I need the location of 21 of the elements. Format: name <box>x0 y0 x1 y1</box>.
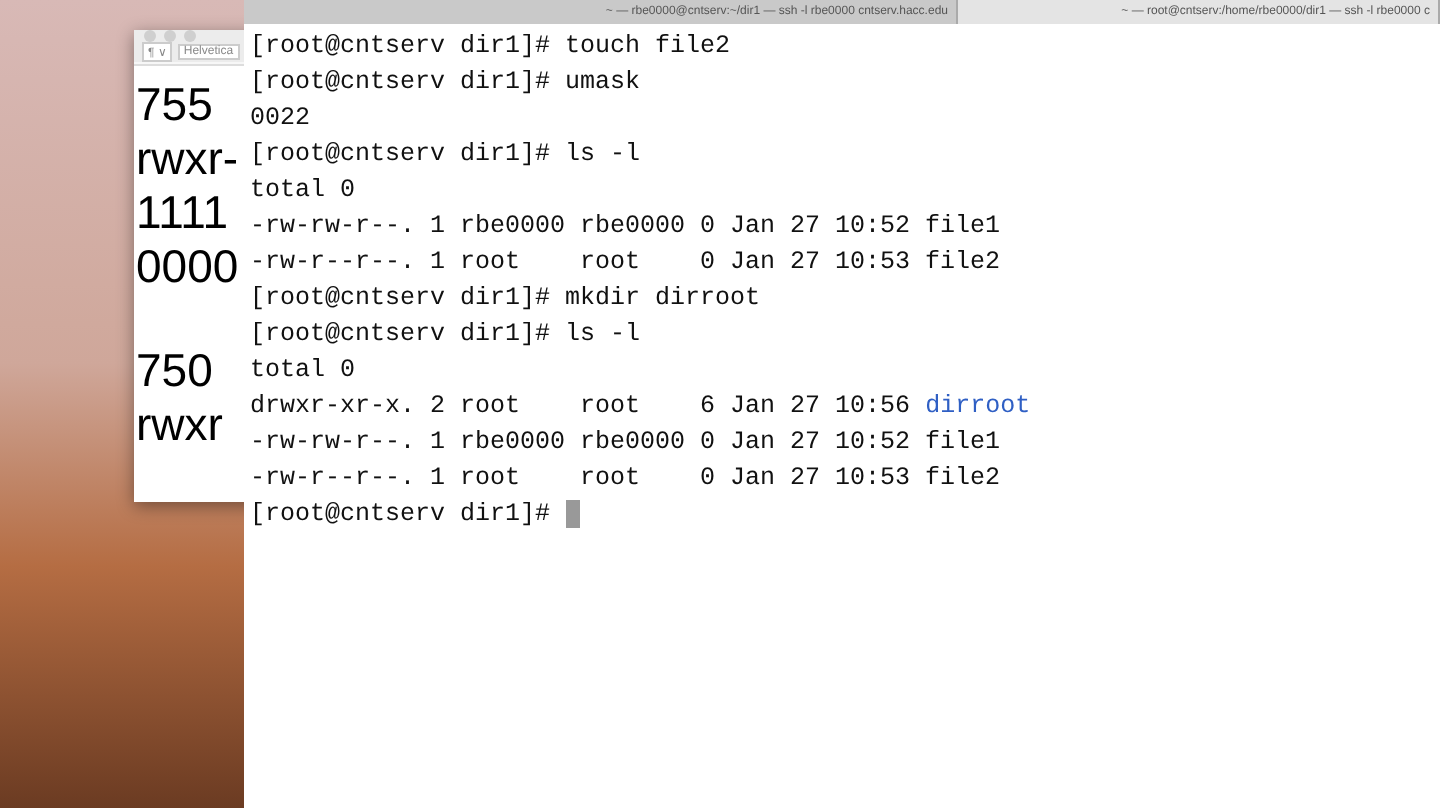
terminal-text: -rw-r--r--. 1 root root 0 Jan 27 10:53 file2 <box>250 246 1001 280</box>
directory-name: dirroot <box>925 390 1031 424</box>
document-text: rwxr <box>136 398 223 450</box>
document-text: 1111 <box>136 186 229 238</box>
terminal-text: 0022 <box>250 102 311 136</box>
terminal-text: [root@cntserv dir1]# <box>250 498 553 532</box>
terminal-text: total 0 <box>250 174 356 208</box>
terminal-text: [root@cntserv dir1]# umask <box>250 66 641 100</box>
document-text: 755 <box>136 78 213 130</box>
terminal-text: [root@cntserv dir1]# ls -l <box>250 138 641 172</box>
terminal-text: [root@cntserv dir1]# touch file2 <box>250 30 731 64</box>
terminal-text: total 0 <box>250 354 356 388</box>
terminal-text: -rw-r--r--. 1 root root 0 Jan 27 10:53 file2 <box>250 462 1001 496</box>
document-text: 750 <box>136 344 213 396</box>
document-text: 0000 <box>136 240 239 292</box>
document-text: rwxr- <box>136 132 239 184</box>
terminal-text: [root@cntserv dir1]# ls -l <box>250 318 641 352</box>
terminal-text: [root@cntserv dir1]# mkdir dirroot <box>250 282 761 316</box>
terminal-text: -rw-rw-r--. 1 rbe0000 rbe0000 0 Jan 27 10:52 file1 <box>250 210 1001 244</box>
terminal-text: -rw-rw-r--. 1 rbe0000 rbe0000 0 Jan 27 10:52 file1 <box>250 426 1001 460</box>
terminal-text: drwxr-xr-x. 2 root root 6 Jan 27 10:56 <box>250 390 913 424</box>
